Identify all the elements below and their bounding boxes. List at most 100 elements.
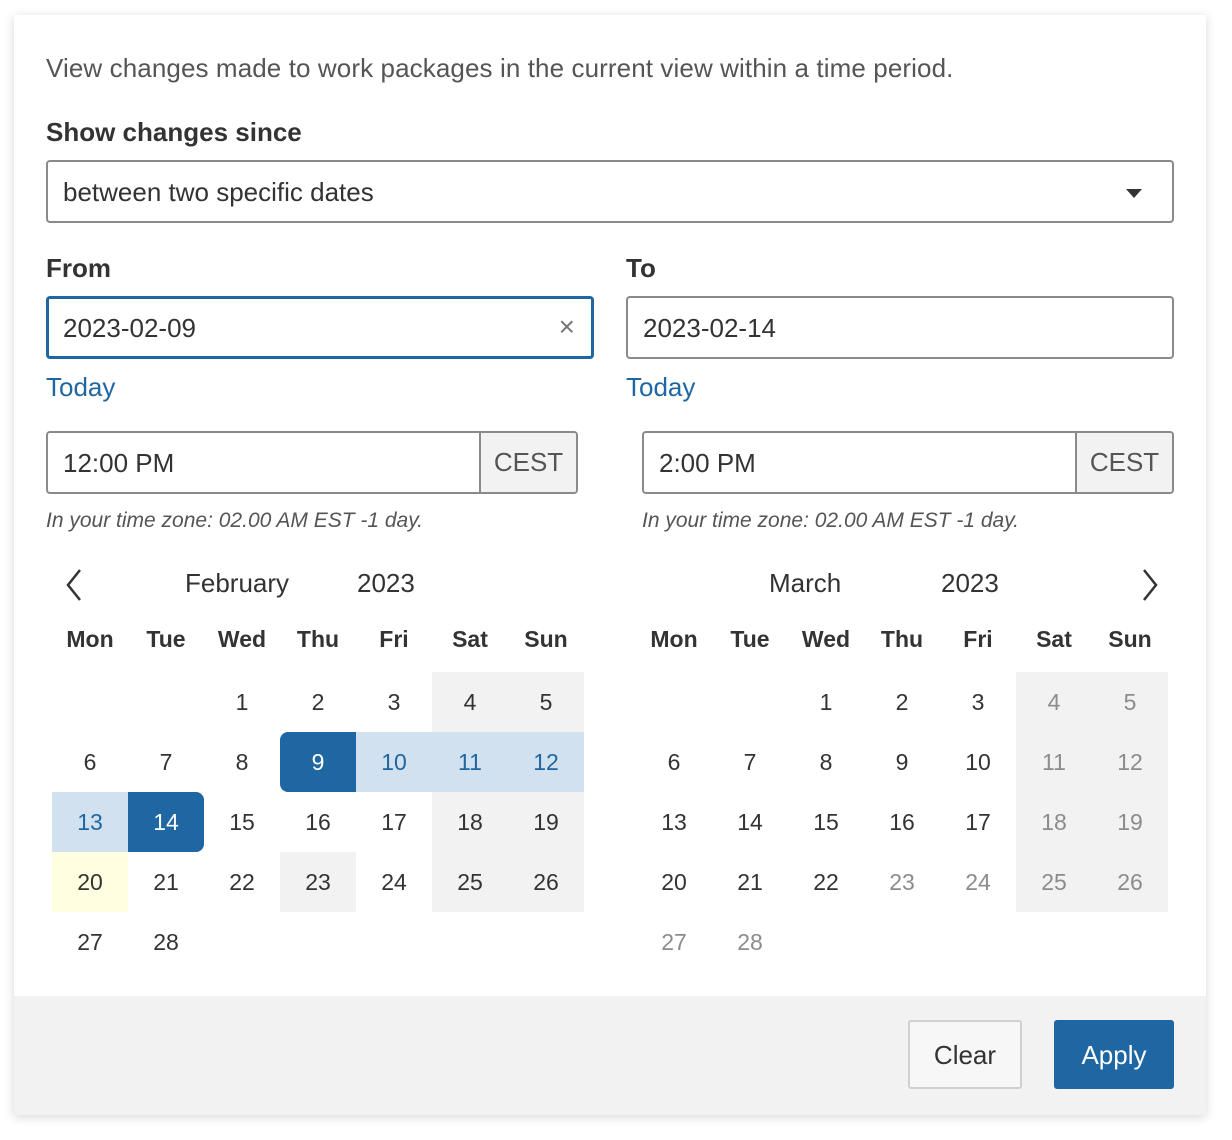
to-timezone-addon: CEST (1075, 433, 1172, 492)
to-today-link[interactable]: Today (626, 372, 695, 403)
calendar-day[interactable]: 11 (432, 732, 508, 792)
calendar-day[interactable]: 22 (204, 852, 280, 912)
mode-label: Show changes since (46, 117, 302, 147)
calendar-day[interactable]: 26 (1092, 852, 1168, 912)
calendar-day[interactable]: 16 (280, 792, 356, 852)
from-time-input[interactable]: 12:00 PM CEST (46, 431, 578, 494)
clear-icon[interactable]: × (559, 313, 575, 341)
weekday-header: Tue (146, 626, 186, 652)
calendar-day[interactable]: 20 (52, 852, 128, 912)
from-date-value: 2023-02-09 (63, 313, 196, 343)
calendar-day[interactable]: 10 (356, 732, 432, 792)
calendar-day[interactable]: 15 (204, 792, 280, 852)
calendar-day[interactable]: 6 (52, 732, 128, 792)
panel-footer: Clear Apply (14, 996, 1206, 1115)
calendar-day[interactable]: 20 (636, 852, 712, 912)
calendar-day[interactable]: 8 (204, 732, 280, 792)
calendar-day[interactable]: 1 (788, 672, 864, 732)
calendar-day[interactable]: 19 (1092, 792, 1168, 852)
calendar-year[interactable]: 2023 (941, 568, 999, 599)
calendar-day[interactable]: 3 (940, 672, 1016, 732)
weekday-header: Sat (1036, 626, 1072, 652)
calendar-day[interactable]: 1 (204, 672, 280, 732)
weekday-header: Sat (452, 626, 488, 652)
calendar-day[interactable]: 24 (940, 852, 1016, 912)
calendar-day[interactable]: 2 (864, 672, 940, 732)
mode-select[interactable]: between two specific dates (46, 160, 1174, 223)
to-date-input[interactable]: 2023-02-14 (626, 296, 1174, 359)
calendar-day[interactable]: 5 (508, 672, 584, 732)
calendar-day[interactable]: 2 (280, 672, 356, 732)
panel-description: View changes made to work packages in th… (46, 53, 954, 83)
calendar-month[interactable]: February (185, 568, 289, 599)
weekday-header: Sun (1108, 626, 1152, 652)
weekday-header: Mon (66, 626, 114, 652)
date-range-panel: View changes made to work packages in th… (14, 15, 1206, 1115)
calendar-month[interactable]: March (769, 568, 841, 599)
calendar-day[interactable]: 13 (52, 792, 128, 852)
from-timezone-hint: In your time zone: 02.00 AM EST -1 day. (46, 509, 424, 532)
weekday-header: Mon (650, 626, 698, 652)
calendar-day[interactable]: 3 (356, 672, 432, 732)
weekday-header: Wed (217, 626, 267, 652)
from-today-link[interactable]: Today (46, 372, 115, 403)
calendar-day[interactable]: 5 (1092, 672, 1168, 732)
weekday-header: Fri (963, 626, 993, 652)
to-label: To (626, 253, 656, 283)
calendar-day[interactable]: 18 (432, 792, 508, 852)
apply-button[interactable]: Apply (1054, 1020, 1174, 1089)
mode-select-value: between two specific dates (63, 177, 374, 207)
calendar-day[interactable]: 8 (788, 732, 864, 792)
to-time-input[interactable]: 2:00 PM CEST (642, 431, 1174, 494)
weekday-header: Wed (801, 626, 851, 652)
from-time-value: 12:00 PM (63, 448, 175, 478)
calendar-day[interactable]: 23 (864, 852, 940, 912)
calendar-day[interactable]: 7 (128, 732, 204, 792)
chevron-right-icon[interactable] (1134, 565, 1164, 605)
calendar-day[interactable]: 16 (864, 792, 940, 852)
calendar-day[interactable]: 27 (636, 912, 712, 972)
calendar-day[interactable]: 11 (1016, 732, 1092, 792)
calendar-day[interactable]: 21 (128, 852, 204, 912)
calendar-day[interactable]: 17 (356, 792, 432, 852)
calendar-day[interactable]: 4 (1016, 672, 1092, 732)
weekday-header: Thu (880, 626, 924, 652)
calendar-day[interactable]: 9 (280, 732, 356, 792)
calendar-day[interactable]: 25 (432, 852, 508, 912)
calendar-day[interactable]: 22 (788, 852, 864, 912)
calendar-day[interactable]: 23 (280, 852, 356, 912)
calendar-day[interactable]: 17 (940, 792, 1016, 852)
calendar-day[interactable]: 25 (1016, 852, 1092, 912)
clear-button[interactable]: Clear (908, 1020, 1022, 1089)
calendar-day[interactable]: 12 (1092, 732, 1168, 792)
calendar-day[interactable]: 14 (712, 792, 788, 852)
calendar-day[interactable]: 7 (712, 732, 788, 792)
calendar-day[interactable]: 4 (432, 672, 508, 732)
calendar-day[interactable]: 6 (636, 732, 712, 792)
weekday-header: Fri (379, 626, 409, 652)
caret-down-icon (1126, 189, 1142, 198)
calendar-day[interactable]: 13 (636, 792, 712, 852)
to-time-value: 2:00 PM (659, 448, 756, 478)
calendar-day[interactable]: 9 (864, 732, 940, 792)
calendar-day[interactable]: 12 (508, 732, 584, 792)
calendar-day[interactable]: 24 (356, 852, 432, 912)
calendar-day[interactable]: 19 (508, 792, 584, 852)
weekday-header: Tue (730, 626, 770, 652)
calendar-day[interactable]: 28 (712, 912, 788, 972)
calendar-year[interactable]: 2023 (357, 568, 415, 599)
to-timezone-hint: In your time zone: 02.00 AM EST -1 day. (642, 509, 1020, 532)
calendar-day[interactable]: 14 (128, 792, 204, 852)
calendar-day[interactable]: 27 (52, 912, 128, 972)
chevron-left-icon[interactable] (60, 565, 90, 605)
from-date-input[interactable]: 2023-02-09 × (46, 296, 594, 359)
weekday-header: Sun (524, 626, 568, 652)
calendar-day[interactable]: 21 (712, 852, 788, 912)
calendar-day[interactable]: 28 (128, 912, 204, 972)
calendar-day[interactable]: 10 (940, 732, 1016, 792)
from-timezone-addon: CEST (479, 433, 576, 492)
from-label: From (46, 253, 111, 283)
calendar-day[interactable]: 15 (788, 792, 864, 852)
calendar-day[interactable]: 18 (1016, 792, 1092, 852)
calendar-day[interactable]: 26 (508, 852, 584, 912)
